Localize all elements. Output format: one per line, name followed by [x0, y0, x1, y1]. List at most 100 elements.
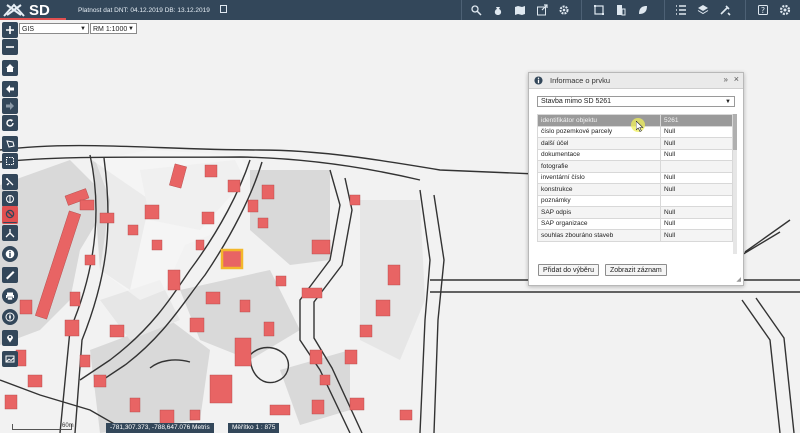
- zoom-in-button[interactable]: [2, 22, 18, 38]
- building-icon[interactable]: [610, 0, 632, 20]
- top-bar: SD Platnost dat DNT: 04.12.2019 DB: 13.1…: [0, 0, 800, 20]
- back-icon: [6, 85, 14, 93]
- attribute-name: konstrukce: [537, 183, 661, 196]
- tools-logo-icon: [3, 3, 25, 17]
- logo-accent: [0, 18, 66, 20]
- split-button[interactable]: [2, 225, 18, 241]
- layers-icon[interactable]: [692, 0, 714, 20]
- add-to-selection-button[interactable]: Přidat do výběru: [538, 264, 599, 276]
- toolbar-separator: [745, 0, 746, 20]
- table-row[interactable]: inventární číslo Null: [537, 171, 733, 184]
- back-button[interactable]: [2, 81, 18, 97]
- table-row[interactable]: fotografie: [537, 160, 733, 173]
- show-record-button[interactable]: Zobrazit záznam: [605, 264, 667, 276]
- collapse-icon[interactable]: »: [724, 75, 728, 84]
- gallery-button[interactable]: [2, 351, 18, 367]
- scale-display: Měřítko 1 : 875: [228, 423, 280, 433]
- table-row[interactable]: poznámky: [537, 194, 733, 207]
- help-icon[interactable]: ?: [752, 0, 774, 20]
- toolbar-separator: [461, 0, 462, 20]
- panel-title: Informace o prvku: [550, 76, 611, 85]
- compass-icon: [5, 312, 15, 322]
- table-row[interactable]: další účel Null: [537, 137, 733, 150]
- scale-select-value: RM 1:1000: [93, 26, 128, 33]
- close-icon[interactable]: ×: [734, 74, 739, 84]
- toolbar-group-help: ?: [752, 0, 796, 20]
- split-icon: [5, 229, 15, 238]
- select-button[interactable]: [2, 136, 18, 152]
- gear-icon[interactable]: [553, 0, 575, 20]
- no-entry-icon: [5, 209, 15, 219]
- forward-icon: [6, 102, 14, 110]
- attribute-name: SAP organizace: [537, 217, 661, 230]
- attribute-name: další účel: [537, 137, 661, 150]
- box-select-icon: [6, 157, 14, 165]
- compass-button[interactable]: [2, 309, 18, 325]
- attribute-value: Null: [660, 206, 733, 219]
- attribute-name: poznámky: [537, 194, 661, 207]
- scrollbar-thumb[interactable]: [733, 114, 737, 150]
- print-button[interactable]: [2, 288, 18, 304]
- resize-grip-icon[interactable]: ◢: [736, 276, 741, 283]
- scale-bar-label: 60m: [62, 423, 74, 429]
- export-icon[interactable]: [531, 0, 553, 20]
- attribute-value: Null: [660, 183, 733, 196]
- chevron-down-icon: ▼: [80, 26, 86, 32]
- zoom-out-button[interactable]: [2, 39, 18, 55]
- scale-select[interactable]: RM 1:1000 ▼: [90, 23, 137, 34]
- table-row[interactable]: dokumentace Null: [537, 148, 733, 161]
- toolbar-group-view: [588, 0, 654, 20]
- map-icon[interactable]: [509, 0, 531, 20]
- attribute-value: [660, 160, 733, 173]
- info-icon: [534, 76, 543, 85]
- table-row[interactable]: SAP organizace Null: [537, 217, 733, 230]
- refresh-button[interactable]: [2, 115, 18, 131]
- ruler-icon: [6, 271, 15, 280]
- attribute-name: fotografie: [537, 160, 661, 173]
- location-icon: [7, 335, 13, 343]
- info-button[interactable]: [2, 246, 18, 262]
- no-entry-button[interactable]: [2, 206, 18, 222]
- frame-icon[interactable]: [588, 0, 610, 20]
- select-icon: [6, 140, 15, 148]
- location-button[interactable]: [2, 330, 18, 346]
- layer-select[interactable]: GIS ▼: [19, 23, 89, 34]
- forward-button[interactable]: [2, 98, 18, 114]
- leaf-icon[interactable]: [632, 0, 654, 20]
- print-icon: [6, 292, 14, 301]
- feature-info-panel: Informace o prvku » × Stavba mimo SD 526…: [528, 72, 744, 286]
- money-bag-icon[interactable]: [487, 0, 509, 20]
- table-row[interactable]: konstrukce Null: [537, 183, 733, 196]
- settings-icon[interactable]: [774, 0, 796, 20]
- feature-select[interactable]: Stavba mimo SD 5261 ▼: [537, 96, 735, 107]
- zoom-out-icon: [6, 46, 14, 48]
- document-icon[interactable]: [219, 5, 227, 13]
- list-icon[interactable]: [670, 0, 692, 20]
- attribute-name: SAP odpis: [537, 206, 661, 219]
- attribute-value: Null: [660, 148, 733, 161]
- clear-icon: [6, 195, 14, 203]
- app-logo: SD: [2, 1, 50, 19]
- box-select-button[interactable]: [2, 153, 18, 169]
- refresh-icon: [6, 119, 14, 127]
- svg-text:?: ?: [761, 6, 765, 15]
- selected-building[interactable]: [220, 248, 244, 270]
- attribute-value: Null: [660, 229, 733, 242]
- table-row[interactable]: SAP odpis Null: [537, 206, 733, 219]
- attribute-name: inventární číslo: [537, 171, 661, 184]
- attribute-name: dokumentace: [537, 148, 661, 161]
- table-scrollbar[interactable]: [733, 114, 737, 254]
- tools-icon[interactable]: [714, 0, 736, 20]
- home-button[interactable]: [2, 60, 18, 76]
- panel-header[interactable]: Informace o prvku » ×: [529, 73, 743, 89]
- table-row[interactable]: souhlas zbouráno staveb Null: [537, 229, 733, 242]
- attribute-value: Null: [660, 125, 733, 138]
- measure-button[interactable]: [2, 174, 18, 190]
- clear-button[interactable]: [2, 191, 18, 207]
- measure-icon: [6, 178, 14, 186]
- attribute-name: souhlas zbouráno staveb: [537, 229, 661, 242]
- person-search-icon[interactable]: [465, 0, 487, 20]
- ruler-button[interactable]: [2, 267, 18, 283]
- attribute-value: Null: [660, 137, 733, 150]
- toolbar-group-data: [465, 0, 575, 20]
